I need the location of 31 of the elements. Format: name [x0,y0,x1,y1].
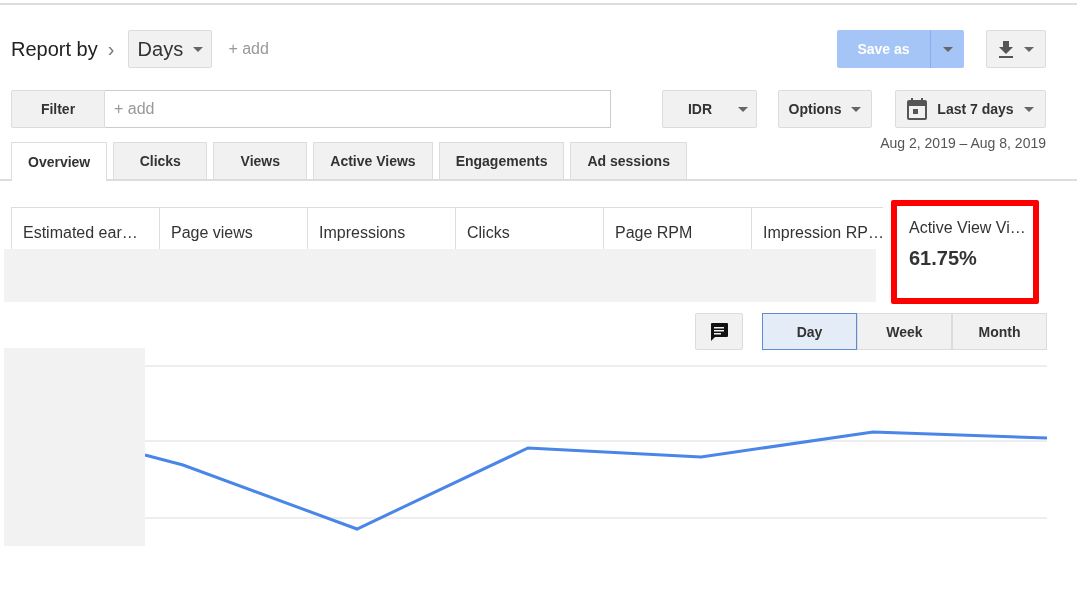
caret-icon [1023,106,1034,112]
download-icon [998,40,1014,58]
caret-icon [738,106,748,112]
granularity-toggle[interactable]: Week [857,313,952,350]
caret-icon [851,106,862,112]
date-range-dropdown[interactable]: Last 7 days [895,90,1046,128]
filter-input[interactable]: + add [105,90,611,128]
report-tab[interactable]: Engagements [438,142,565,179]
metric-value: 61.75% [909,247,978,270]
download-button[interactable] [986,30,1046,68]
report-tab[interactable]: Clicks [113,142,208,179]
annotation-button[interactable] [695,313,743,350]
report-tab[interactable]: Overview [11,142,108,181]
report-tab[interactable]: Active Views [313,142,433,179]
options-dropdown[interactable]: Options [778,90,872,128]
granularity-toggle[interactable]: Month [952,313,1047,350]
caret-icon [1024,46,1034,52]
comment-icon [709,321,729,342]
calendar-icon [907,98,928,120]
report-tab[interactable]: Ad sessions [570,142,687,179]
date-range-text: Aug 2, 2019 – Aug 8, 2019 [879,135,1047,151]
currency-dropdown[interactable]: IDR [662,90,757,128]
caret-icon [193,46,204,52]
granularity-toggle[interactable]: Day [762,313,857,350]
report-by-label: Report by [11,37,98,61]
metric-card[interactable]: Active View Vi… 61.75% [891,200,1039,304]
caret-icon [942,46,953,52]
report-tab[interactable]: Views [213,142,308,179]
filter-button[interactable]: Filter [11,90,105,128]
dimension-dropdown[interactable]: Days [128,30,213,68]
chevron-icon: › [107,37,115,61]
